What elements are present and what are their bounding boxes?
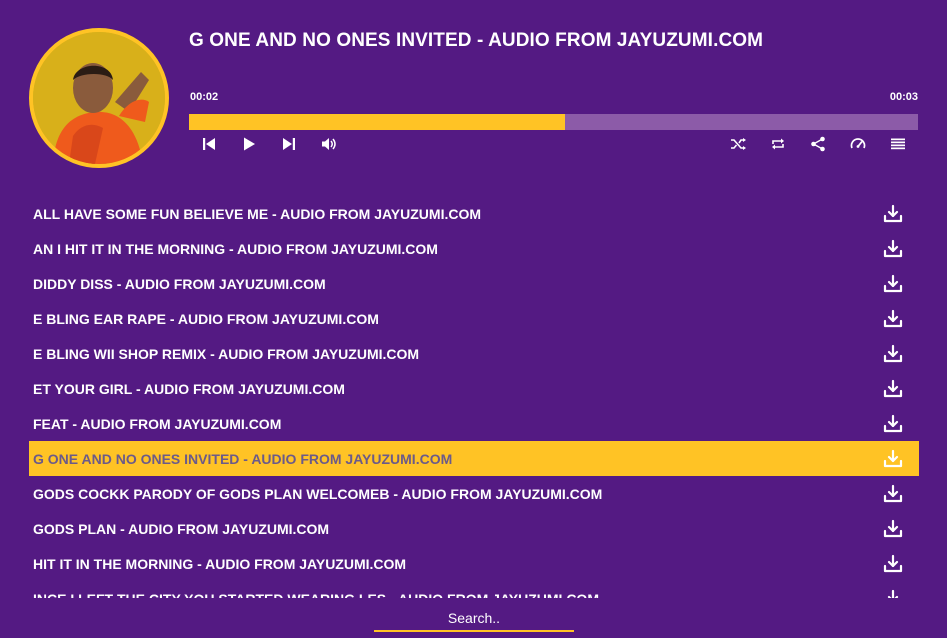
share-icon xyxy=(811,136,825,152)
download-icon xyxy=(883,239,903,257)
next-icon xyxy=(283,138,295,150)
download-icon xyxy=(883,379,903,397)
download-icon xyxy=(883,344,903,362)
playlist-item[interactable]: DIDDY DISS - AUDIO FROM JAYUZUMI.COM xyxy=(29,266,919,301)
share-button[interactable] xyxy=(807,134,829,154)
speed-icon xyxy=(850,138,866,149)
search-input[interactable] xyxy=(374,606,574,632)
playlist-item[interactable]: ALL HAVE SOME FUN BELIEVE ME - AUDIO FRO… xyxy=(29,196,919,231)
playlist-item[interactable]: AN I HIT IT IN THE MORNING - AUDIO FROM … xyxy=(29,231,919,266)
shuffle-icon xyxy=(731,138,746,150)
album-cover xyxy=(29,28,169,168)
repeat-button[interactable] xyxy=(767,134,789,154)
download-button[interactable] xyxy=(883,239,903,259)
volume-icon xyxy=(322,138,336,150)
playlist-item-title: E BLING EAR RAPE - AUDIO FROM JAYUZUMI.C… xyxy=(33,310,379,327)
playlist-item-title: FEAT - AUDIO FROM JAYUZUMI.COM xyxy=(33,415,282,432)
seek-bar[interactable] xyxy=(189,114,918,130)
previous-icon xyxy=(203,138,215,150)
download-button[interactable] xyxy=(883,379,903,399)
playlist-item[interactable]: FEAT - AUDIO FROM JAYUZUMI.COM xyxy=(29,406,919,441)
playlist-icon xyxy=(891,138,905,150)
download-button[interactable] xyxy=(883,414,903,434)
playlist-item-title: ET YOUR GIRL - AUDIO FROM JAYUZUMI.COM xyxy=(33,380,345,397)
download-icon xyxy=(883,204,903,222)
download-button[interactable] xyxy=(883,589,903,598)
repeat-icon xyxy=(772,138,784,150)
playlist-item[interactable]: INCE I LEFT THE CITY YOU STARTED WEARING… xyxy=(29,581,919,598)
playlist: ALL HAVE SOME FUN BELIEVE ME - AUDIO FRO… xyxy=(29,196,919,598)
volume-button[interactable] xyxy=(318,134,340,154)
previous-button[interactable] xyxy=(198,134,220,154)
shuffle-button[interactable] xyxy=(727,134,749,154)
playlist-item-title: G ONE AND NO ONES INVITED - AUDIO FROM J… xyxy=(33,450,453,467)
download-button[interactable] xyxy=(883,449,903,469)
now-playing-title: G ONE AND NO ONES INVITED - AUDIO FROM J… xyxy=(189,30,764,51)
playlist-item[interactable]: E BLING EAR RAPE - AUDIO FROM JAYUZUMI.C… xyxy=(29,301,919,336)
playlist-item-title: ALL HAVE SOME FUN BELIEVE ME - AUDIO FRO… xyxy=(33,205,482,222)
playlist-item-title: DIDDY DISS - AUDIO FROM JAYUZUMI.COM xyxy=(33,275,326,292)
playlist-item[interactable]: GODS COCKK PARODY OF GODS PLAN WELCOMEB … xyxy=(29,476,919,511)
playlist-item[interactable]: E BLING WII SHOP REMIX - AUDIO FROM JAYU… xyxy=(29,336,919,371)
download-icon xyxy=(883,554,903,572)
playlist-item-title: GODS COCKK PARODY OF GODS PLAN WELCOMEB … xyxy=(33,485,603,502)
next-button[interactable] xyxy=(278,134,300,154)
cover-art-image xyxy=(33,32,165,164)
download-icon xyxy=(883,274,903,292)
duration-time: 00:03 xyxy=(889,91,918,103)
playlist-item[interactable]: ET YOUR GIRL - AUDIO FROM JAYUZUMI.COM xyxy=(29,371,919,406)
playlist-item-title: INCE I LEFT THE CITY YOU STARTED WEARING… xyxy=(33,591,599,599)
download-icon xyxy=(883,484,903,502)
playlist-item[interactable]: GODS PLAN - AUDIO FROM JAYUZUMI.COM xyxy=(29,511,919,546)
seek-bar-fill xyxy=(189,114,566,130)
download-icon xyxy=(883,414,903,432)
current-time: 00:02 xyxy=(190,91,219,103)
playlist-toggle-button[interactable] xyxy=(887,134,909,154)
speed-button[interactable] xyxy=(847,134,869,154)
download-button[interactable] xyxy=(883,204,903,224)
download-button[interactable] xyxy=(883,274,903,294)
play-button[interactable] xyxy=(238,134,260,154)
download-icon xyxy=(883,519,903,537)
play-icon xyxy=(244,137,255,151)
playlist-item[interactable]: G ONE AND NO ONES INVITED - AUDIO FROM J… xyxy=(29,441,919,476)
playlist-item-title: E BLING WII SHOP REMIX - AUDIO FROM JAYU… xyxy=(33,345,420,362)
playlist-item-title: HIT IT IN THE MORNING - AUDIO FROM JAYUZ… xyxy=(33,555,407,572)
download-button[interactable] xyxy=(883,309,903,329)
download-icon xyxy=(883,449,903,467)
playlist-item[interactable]: HIT IT IN THE MORNING - AUDIO FROM JAYUZ… xyxy=(29,546,919,581)
download-icon xyxy=(883,309,903,327)
download-icon xyxy=(887,589,899,598)
download-button[interactable] xyxy=(883,554,903,574)
download-button[interactable] xyxy=(883,484,903,504)
download-button[interactable] xyxy=(883,344,903,364)
playlist-item-title: AN I HIT IT IN THE MORNING - AUDIO FROM … xyxy=(33,240,438,257)
download-button[interactable] xyxy=(883,519,903,539)
playlist-item-title: GODS PLAN - AUDIO FROM JAYUZUMI.COM xyxy=(33,520,330,537)
